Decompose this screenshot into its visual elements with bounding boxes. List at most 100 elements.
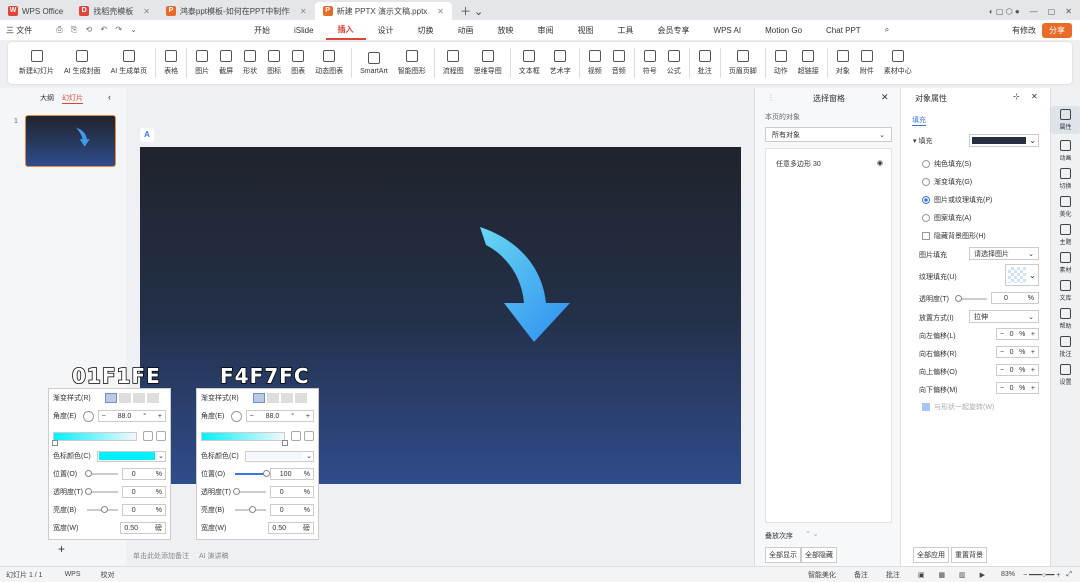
apply-all-button[interactable]: 全部应用 xyxy=(913,547,949,563)
width-input[interactable]: 0.50 磅 xyxy=(268,522,314,534)
tab-template-doc[interactable]: P鸿泰ppt模板-如何在PPT中制作科...✕ xyxy=(158,2,315,20)
close-icon[interactable]: ✕ xyxy=(437,7,444,16)
curved-arrow-shape[interactable] xyxy=(476,225,572,343)
minus-icon[interactable]: − xyxy=(1000,367,1004,374)
fit-window-icon[interactable]: ⤢ xyxy=(1066,571,1072,579)
notes-button[interactable]: 备注 xyxy=(854,570,868,580)
sidebar-item-animation[interactable]: 动画 xyxy=(1051,140,1080,162)
menu-item[interactable]: 动画 xyxy=(446,25,486,36)
menu-item[interactable]: 放映 xyxy=(486,25,526,36)
close-window-icon[interactable]: ✕ xyxy=(1065,7,1072,16)
window-controls[interactable]: ◐ ▢ ⬡ ● — ▢ ✕ xyxy=(981,2,1080,20)
bright-slider[interactable] xyxy=(87,506,118,513)
file-menu[interactable]: 三 文件 xyxy=(0,25,44,36)
offset-stepper[interactable]: −0% + xyxy=(996,346,1039,358)
ribbon-button[interactable]: 超链接 xyxy=(793,50,824,76)
zoom-slider[interactable]: − ━━━○━━ + xyxy=(1023,571,1060,579)
reset-background-button[interactable]: 重置背景 xyxy=(951,547,987,563)
ribbon-button[interactable]: 新建幻灯片 xyxy=(14,50,59,76)
ribbon-button[interactable]: AI 生成单页 xyxy=(106,50,153,76)
menu-item[interactable]: 开始 xyxy=(242,25,282,36)
ai-speech-button[interactable]: AI 演讲稿 xyxy=(199,551,229,561)
notes-bar[interactable]: 单击此处添加备注 AI 演讲稿 xyxy=(127,548,754,564)
ribbon-button[interactable]: 图标 xyxy=(262,50,286,76)
position-input[interactable]: 0% xyxy=(121,468,166,480)
ribbon-button[interactable]: 符号 xyxy=(638,50,662,76)
tab-wps-office[interactable]: W WPS Office xyxy=(0,2,71,20)
close-icon[interactable]: ✕ xyxy=(300,7,307,16)
eye-icon[interactable]: ◉ xyxy=(877,159,883,169)
share-button[interactable]: 分享 xyxy=(1042,22,1072,38)
sidebar-item-theme[interactable]: 主题 xyxy=(1051,224,1080,246)
slide-thumbnail[interactable] xyxy=(25,115,116,167)
fill-option-radio[interactable]: 渐变填充(G) xyxy=(922,177,972,187)
ribbon-button[interactable]: 对象 xyxy=(831,50,855,76)
menu-item[interactable]: iSlide xyxy=(282,26,326,35)
hide-bg-checkbox[interactable]: 隐藏背景图形(H) xyxy=(922,231,986,241)
bright-input[interactable]: 0% xyxy=(269,504,314,516)
quick-access-toolbar[interactable]: ⎙ ⎘ ⟲ ↶ ↷ ⌄ xyxy=(44,25,152,35)
plus-icon[interactable]: + xyxy=(1031,331,1035,338)
minus-icon[interactable]: − xyxy=(1000,331,1004,338)
fill-option-radio[interactable]: 图案填充(A) xyxy=(922,213,971,223)
menu-item[interactable]: 视图 xyxy=(566,25,606,36)
ribbon-button[interactable]: SmartArt xyxy=(355,51,393,75)
order-arrows[interactable]: ⌃ ⌄ xyxy=(805,530,819,538)
list-item[interactable]: 任意多边形 30 ◉ xyxy=(766,149,891,169)
add-stop-icon[interactable] xyxy=(291,431,302,441)
ribbon-button[interactable]: 流程图 xyxy=(438,50,469,76)
menu-item-active[interactable]: 插入 xyxy=(325,20,366,40)
ribbon-button[interactable]: 图片 xyxy=(190,50,214,76)
object-filter-select[interactable]: 所有对象 ⌄ xyxy=(765,127,892,142)
ribbon-button[interactable]: 批注 xyxy=(693,50,717,76)
transparency-slider[interactable] xyxy=(955,295,987,302)
ribbon-button[interactable]: 艺术字 xyxy=(545,50,576,76)
gradient-style-buttons[interactable] xyxy=(105,393,159,403)
properties-title[interactable]: 对象属性 xyxy=(915,93,947,104)
fill-color-select[interactable]: ⌄ xyxy=(969,134,1039,147)
menu-item[interactable]: WPS AI xyxy=(702,26,754,35)
notes-placeholder[interactable]: 单击此处添加备注 xyxy=(133,551,189,561)
ribbon-button[interactable]: 音频 xyxy=(607,50,631,76)
trans-slider[interactable] xyxy=(85,488,118,495)
sidebar-item-help[interactable]: 帮助 xyxy=(1051,308,1080,330)
menu-item[interactable]: Motion Go xyxy=(753,26,814,35)
plus-icon[interactable]: + xyxy=(1031,385,1035,392)
slider-knob[interactable] xyxy=(955,295,962,302)
rotate-with-shape-checkbox[interactable]: 与形状一起旋转(W) xyxy=(922,402,994,412)
add-slide-button[interactable]: + xyxy=(58,542,65,556)
plus-icon[interactable]: + xyxy=(1031,349,1035,356)
stop-color-select[interactable]: ⌄ xyxy=(97,450,166,462)
fill-option-radio[interactable]: 纯色填充(S) xyxy=(922,159,971,169)
ribbon-button[interactable]: 智能图形 xyxy=(393,50,431,76)
drag-handle-icon[interactable]: ⋮ xyxy=(767,93,775,102)
remove-stop-icon[interactable] xyxy=(156,431,166,441)
picture-fill-select[interactable]: 请选择图片 ⌄ xyxy=(969,247,1039,260)
fill-option-radio[interactable]: 图片或纹理填充(P) xyxy=(922,195,992,205)
gradient-stop-bar[interactable] xyxy=(201,431,288,446)
position-slider[interactable] xyxy=(235,470,271,477)
close-icon[interactable]: ✕ xyxy=(1031,92,1038,101)
search-icon[interactable]: ⌕ xyxy=(873,25,901,35)
position-slider[interactable] xyxy=(85,470,118,477)
ribbon-button[interactable]: 动态图表 xyxy=(310,50,348,76)
angle-stepper[interactable]: −88.0 ° + xyxy=(97,410,166,422)
fill-tab[interactable]: 填充 xyxy=(912,115,926,126)
close-icon[interactable]: ✕ xyxy=(143,7,150,16)
ribbon-button[interactable]: 公式 xyxy=(662,50,686,76)
transparency-input[interactable]: 0% xyxy=(991,292,1039,304)
menu-item[interactable]: Chat PPT xyxy=(814,26,873,35)
angle-dial-icon[interactable] xyxy=(231,410,242,422)
bright-input[interactable]: 0% xyxy=(121,504,166,516)
remove-stop-icon[interactable] xyxy=(304,431,314,441)
offset-stepper[interactable]: −0% + xyxy=(996,364,1039,376)
gradient-stop-bar[interactable] xyxy=(52,431,138,446)
angle-dial-icon[interactable] xyxy=(83,410,94,422)
sidebar-item-library[interactable]: 文库 xyxy=(1051,280,1080,302)
trans-input[interactable]: 0% xyxy=(269,486,314,498)
ribbon-button[interactable]: AI 生成封面 xyxy=(59,50,106,76)
menu-item[interactable]: 设计 xyxy=(366,25,406,36)
show-all-button[interactable]: 全部显示 xyxy=(765,547,801,563)
ribbon-button[interactable]: 动作 xyxy=(769,50,793,76)
offset-stepper[interactable]: −0% + xyxy=(996,328,1039,340)
